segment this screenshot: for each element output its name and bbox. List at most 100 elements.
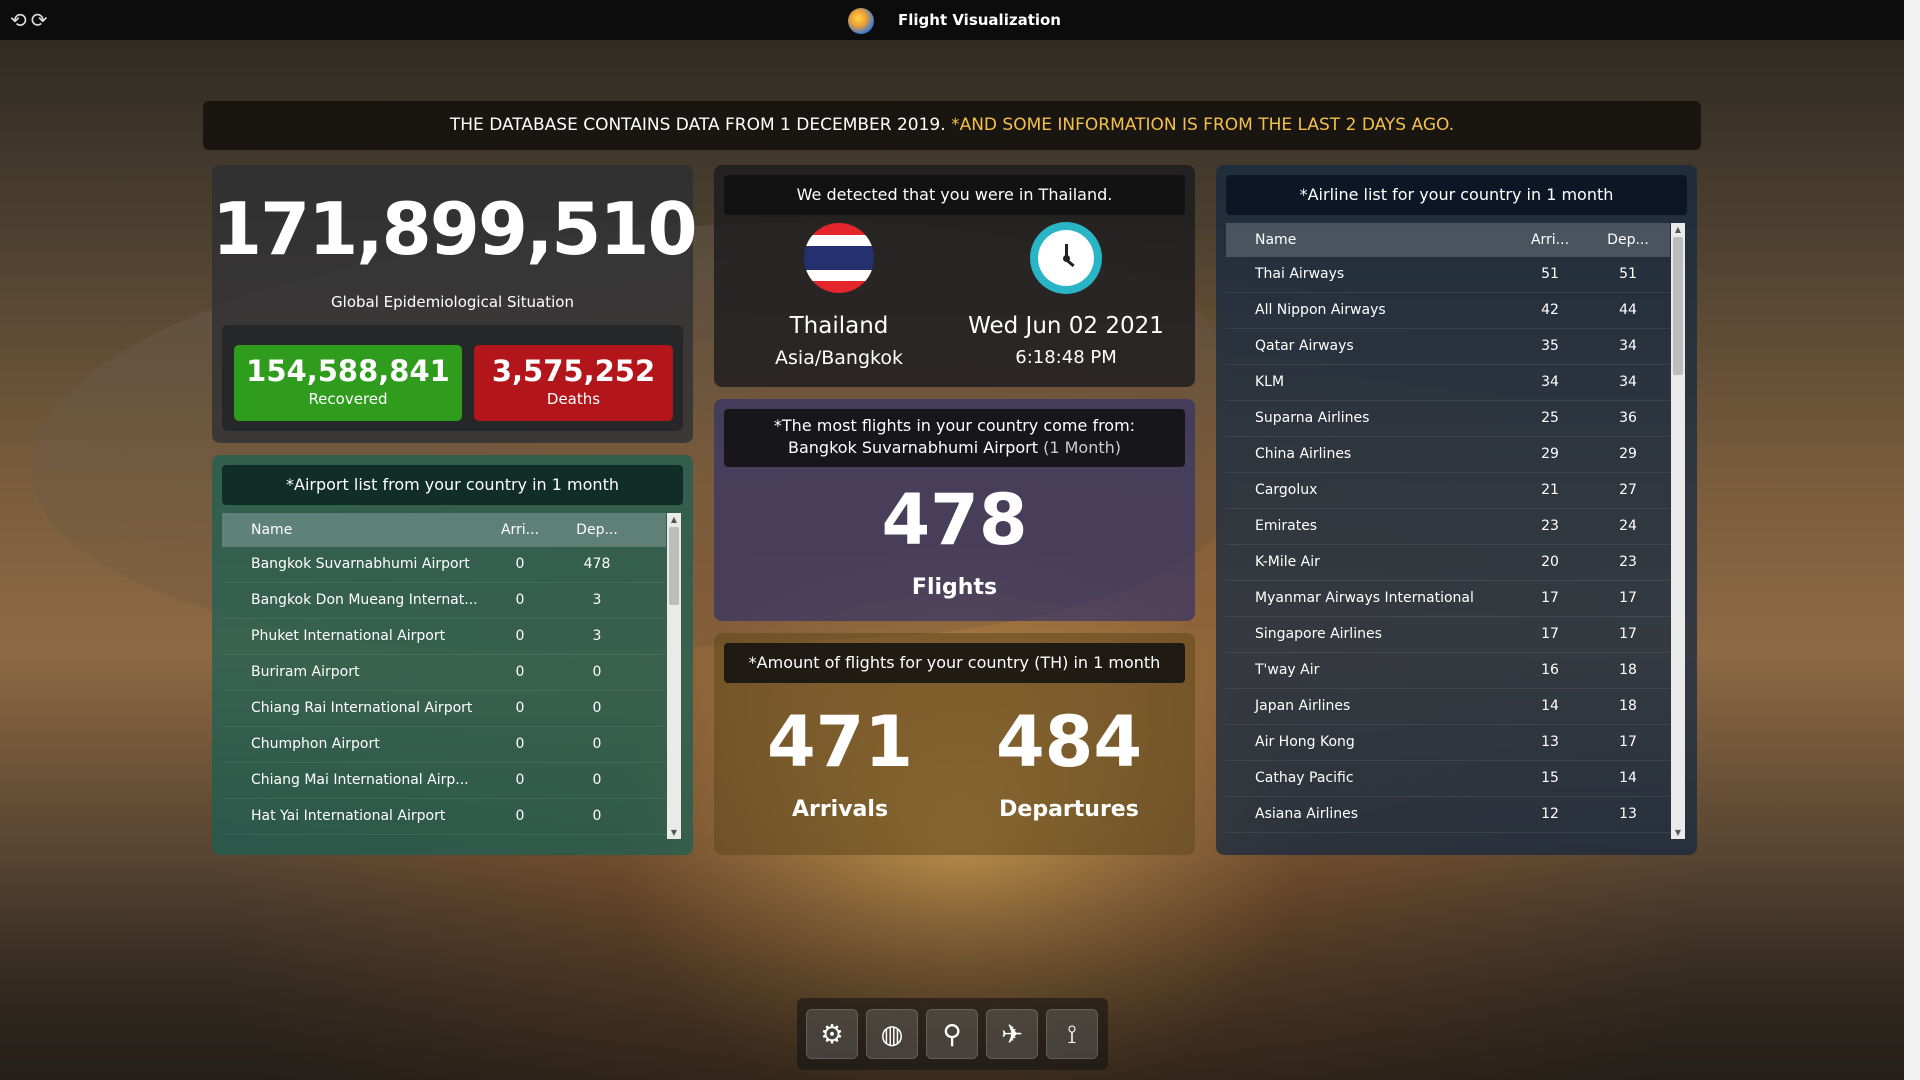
- forward-arrow-icon[interactable]: ⟳: [31, 8, 52, 32]
- airport-list-scrollbar[interactable]: ▲ ▼: [667, 513, 681, 839]
- cell-arrivals: 0: [515, 808, 525, 824]
- most-flights-number: 478: [881, 479, 1028, 561]
- cell-departures: 478: [583, 556, 611, 572]
- airline-table[interactable]: Name Arri... Dep... Thai Airways 51 51 All …: [1226, 223, 1670, 839]
- cell-arrivals: 21: [1541, 482, 1559, 498]
- arrivals-label: Arrivals: [791, 797, 889, 822]
- cell-departures: 34: [1619, 374, 1637, 390]
- cell-departures: 18: [1619, 662, 1637, 678]
- globe-icon[interactable]: ◍: [866, 1009, 918, 1059]
- column-header-arrivals[interactable]: Arri...: [1520, 223, 1580, 257]
- table-row[interactable]: Japan Airlines 14 18: [1226, 689, 1670, 725]
- cell-departures: 36: [1619, 410, 1637, 426]
- cell-name: Air Hong Kong: [1255, 734, 1355, 750]
- back-arrow-icon[interactable]: ⟲: [10, 8, 31, 32]
- column-header-name[interactable]: Name: [251, 513, 292, 547]
- column-header-departures[interactable]: Dep...: [1598, 223, 1658, 257]
- cell-departures: 17: [1619, 590, 1637, 606]
- thailand-flag-icon: [804, 223, 874, 293]
- table-row[interactable]: Bangkok Don Mueang Internat... 0 3: [222, 583, 666, 619]
- table-row[interactable]: Suparna Airlines 25 36: [1226, 401, 1670, 437]
- cell-name: Suparna Airlines: [1255, 410, 1370, 426]
- cell-name: Chumphon Airport: [251, 736, 380, 752]
- cell-name: China Airlines: [1255, 446, 1352, 462]
- most-flights-label: Flights: [911, 575, 998, 600]
- cell-departures: 0: [592, 700, 602, 716]
- airline-list-scrollbar[interactable]: ▲ ▼: [1671, 223, 1685, 839]
- scroll-down-icon[interactable]: ▼: [1671, 828, 1685, 837]
- table-row[interactable]: Asiana Airlines 12 13: [1226, 797, 1670, 833]
- table-row[interactable]: Cathay Pacific 15 14: [1226, 761, 1670, 797]
- table-row[interactable]: Thai Airways 51 51: [1226, 257, 1670, 293]
- table-row[interactable]: KLM 34 34: [1226, 365, 1670, 401]
- cell-departures: 51: [1619, 266, 1637, 282]
- table-row[interactable]: T'way Air 16 18: [1226, 653, 1670, 689]
- most-flights-period: (1 Month): [1038, 438, 1122, 457]
- column-header-departures[interactable]: Dep...: [567, 513, 627, 547]
- table-row[interactable]: Chumphon Airport 0 0: [222, 727, 666, 763]
- cell-arrivals: 0: [515, 700, 525, 716]
- map-pin-icon[interactable]: ⚲: [926, 1009, 978, 1059]
- most-flights-panel: *The most flights in your country come f…: [714, 399, 1195, 621]
- cell-name: Phuket International Airport: [251, 628, 446, 644]
- database-notice-banner: THE DATABASE CONTAINS DATA FROM 1 DECEMB…: [203, 101, 1701, 150]
- table-row[interactable]: China Airlines 29 29: [1226, 437, 1670, 473]
- cell-arrivals: 0: [515, 628, 525, 644]
- table-row[interactable]: Emirates 23 24: [1226, 509, 1670, 545]
- scroll-up-icon[interactable]: ▲: [1671, 225, 1685, 234]
- table-row[interactable]: Air Hong Kong 13 17: [1226, 725, 1670, 761]
- route-icon[interactable]: ⟟: [1046, 1009, 1098, 1059]
- table-row[interactable]: Qatar Airways 35 34: [1226, 329, 1670, 365]
- table-row[interactable]: Hat Yai International Airport 0 0: [222, 799, 666, 835]
- cell-name: KLM: [1255, 374, 1285, 390]
- table-row[interactable]: Cargolux 21 27: [1226, 473, 1670, 509]
- timezone: Asia/Bangkok: [775, 347, 903, 369]
- airport-list-title: *Airport list from your country in 1 mon…: [222, 465, 683, 505]
- cell-name: Hat Yai International Airport: [251, 808, 446, 824]
- cell-arrivals: 42: [1541, 302, 1559, 318]
- cell-arrivals: 0: [515, 736, 525, 752]
- current-date: Wed Jun 02 2021: [968, 313, 1164, 339]
- most-flights-title: *The most flights in your country come f…: [724, 409, 1185, 467]
- column-header-arrivals[interactable]: Arri...: [490, 513, 550, 547]
- table-row[interactable]: Bangkok Suvarnabhumi Airport 0 478: [222, 547, 666, 583]
- cell-name: T'way Air: [1255, 662, 1320, 678]
- scroll-up-icon[interactable]: ▲: [667, 515, 681, 524]
- table-row[interactable]: All Nippon Airways 42 44: [1226, 293, 1670, 329]
- settings-gears-icon[interactable]: ⚙: [806, 1009, 858, 1059]
- cell-name: Singapore Airlines: [1255, 626, 1382, 642]
- cell-name: Asiana Airlines: [1255, 806, 1359, 822]
- table-header: Name Arri... Dep...: [222, 513, 666, 547]
- cell-name: Chiang Rai International Airport: [251, 700, 473, 716]
- cell-arrivals: 17: [1541, 626, 1559, 642]
- location-panel: We detected that you were in Thailand. T…: [714, 165, 1195, 387]
- scroll-thumb[interactable]: [1673, 237, 1683, 375]
- table-row[interactable]: Singapore Airlines 17 17: [1226, 617, 1670, 653]
- airline-list-title: *Airline list for your country in 1 mont…: [1226, 175, 1687, 215]
- cell-name: Qatar Airways: [1255, 338, 1354, 354]
- cell-arrivals: 20: [1541, 554, 1559, 570]
- table-row[interactable]: Buriram Airport 0 0: [222, 655, 666, 691]
- deaths-value: 3,575,252: [491, 354, 656, 388]
- airport-table[interactable]: Name Arri... Dep... Bangkok Suvarnabhumi…: [222, 513, 666, 839]
- cell-arrivals: 12: [1541, 806, 1559, 822]
- column-header-name[interactable]: Name: [1255, 223, 1296, 257]
- window-scrollbar[interactable]: [1904, 0, 1920, 1080]
- table-row[interactable]: K-Mile Air 20 23: [1226, 545, 1670, 581]
- global-stats-panel: 171,899,510 Global Epidemiological Situa…: [212, 165, 698, 443]
- scroll-down-icon[interactable]: ▼: [667, 828, 681, 837]
- table-row[interactable]: Chiang Rai International Airport 0 0: [222, 691, 666, 727]
- recovered-box: 154,588,841 Recovered: [234, 345, 462, 421]
- plane-takeoff-icon[interactable]: ✈: [986, 1009, 1038, 1059]
- table-row[interactable]: Phuket International Airport 0 3: [222, 619, 666, 655]
- nav-arrows: ⟲⟳: [10, 8, 52, 32]
- departures-value: 484: [995, 701, 1143, 783]
- bottom-toolbar: ⚙ ◍ ⚲ ✈ ⟟: [797, 998, 1108, 1070]
- global-cases-label: Global Epidemiological Situation: [331, 293, 574, 311]
- table-row[interactable]: Myanmar Airways International 17 17: [1226, 581, 1670, 617]
- cell-arrivals: 0: [515, 592, 525, 608]
- globe-logo-icon: [848, 8, 874, 34]
- table-row[interactable]: Chiang Mai International Airp... 0 0: [222, 763, 666, 799]
- scroll-thumb[interactable]: [669, 527, 679, 605]
- cell-departures: 17: [1619, 626, 1637, 642]
